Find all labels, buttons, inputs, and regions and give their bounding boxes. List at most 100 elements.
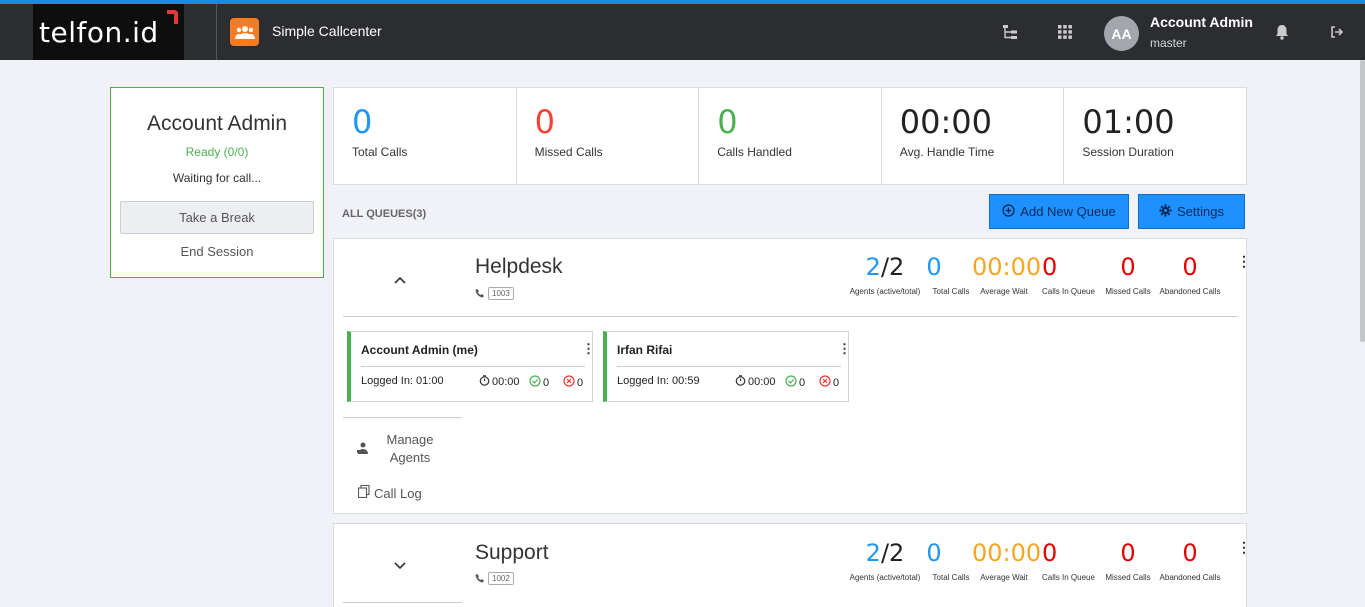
check-circle-icon [529, 375, 541, 390]
queue-in-queue-stat: 0 Calls In Queue [1036, 254, 1095, 296]
extension-badge: 1002 [488, 572, 514, 585]
member-menu-icon[interactable]: ⋮ [582, 341, 595, 357]
user-role: master [1150, 36, 1187, 50]
stat-value: 00:00 [899, 103, 992, 141]
take-break-button[interactable]: Take a Break [120, 201, 314, 234]
member-name: Irfan Rifai [617, 343, 673, 357]
navbar-divider [216, 4, 217, 60]
stat-avg-handle-time: 00:00 Avg. Handle Time [882, 88, 1065, 184]
member-time-value: 00:00 [492, 376, 520, 388]
stat-label: Calls In Queue [1042, 573, 1095, 582]
stat-label: Total Calls [932, 573, 970, 582]
queue-card-support: Support 1002 2/2 Agents (active/total) 0… [333, 523, 1251, 607]
stat-label: Missed Calls [1105, 287, 1151, 296]
stopwatch-icon [735, 375, 746, 389]
queue-actions-divider [343, 417, 462, 418]
agent-member-card: Account Admin (me) ⋮ Logged In: 01:00 00… [347, 331, 595, 402]
member-answered-count: 0 [543, 376, 550, 389]
stat-label: Missed Calls [1105, 573, 1151, 582]
stat-value: 0 [926, 253, 942, 281]
stat-value: 00:00 [972, 539, 1042, 567]
stat-label: Abandoned Calls [1159, 287, 1221, 296]
stat-value: 0 [534, 103, 555, 141]
stat-value: 00:00 [972, 253, 1042, 281]
stat-label: Total Calls [352, 145, 408, 159]
logo-mark-icon [167, 10, 178, 24]
plus-circle-icon [1002, 203, 1015, 220]
queue-extension: 1003 [475, 287, 514, 300]
stat-value: 01:00 [1082, 103, 1175, 141]
queue-extension: 1002 [475, 572, 514, 585]
stat-label: Avg. Handle Time [899, 145, 995, 159]
stat-value: 0 [1120, 253, 1136, 281]
queue-total-stat: 0 [924, 540, 944, 566]
member-logged-in: Logged In: 01:00 [361, 375, 444, 387]
member-logged-in: Logged In: 00:59 [617, 375, 700, 387]
member-answered: 0 [785, 375, 805, 390]
agents-total: /2 [880, 253, 905, 281]
check-circle-icon [785, 375, 797, 390]
member-answered: 0 [529, 375, 549, 390]
queue-total-label-wrap: Total Calls [926, 287, 976, 296]
queue-agents-stat: 2/2 Agents (active/total) [842, 254, 928, 296]
queue-total-label-wrap: Total Calls [926, 573, 976, 582]
stat-label: Total Calls [932, 287, 970, 296]
queue-card-helpdesk: Helpdesk 1003 2/2 Agents (active/total) … [333, 238, 1251, 514]
queue-actions-divider [343, 602, 462, 603]
bell-icon[interactable] [1272, 22, 1292, 42]
stat-label: Missed Calls [534, 145, 603, 159]
agent-wait-message: Waiting for call... [172, 171, 262, 185]
end-session-link[interactable]: End Session [111, 244, 323, 259]
settings-label: Settings [1177, 204, 1224, 219]
manage-agents-icon [356, 441, 370, 458]
logout-icon[interactable] [1327, 22, 1347, 42]
agent-status-card: Account Admin Ready (0/0) Waiting for ca… [110, 87, 324, 278]
phone-icon [475, 288, 485, 300]
grid-icon[interactable] [1055, 22, 1075, 42]
extension-badge: 1003 [488, 287, 514, 300]
queue-menu-icon[interactable]: ⋮ [1237, 539, 1251, 556]
stat-label: Agents (active/total) [849, 573, 921, 582]
logo[interactable]: telfon.id [33, 4, 184, 60]
queue-wait-stat: 00:00 Average Wait [972, 539, 1042, 582]
queue-name: Support [475, 541, 549, 564]
call-log-link[interactable]: Call Log [357, 484, 422, 501]
stat-value: 0 [1042, 539, 1058, 567]
queue-divider [343, 316, 1238, 317]
add-queue-button[interactable]: Add New Queue [989, 194, 1129, 229]
sitemap-icon[interactable] [1000, 22, 1020, 42]
stat-value: 0 [1182, 539, 1198, 567]
stat-total-calls: 0 Total Calls [334, 88, 517, 184]
chevron-down-icon[interactable] [394, 557, 406, 575]
page-scrollbar[interactable] [1360, 60, 1365, 342]
member-menu-icon[interactable]: ⋮ [838, 341, 851, 357]
member-missed-count: 0 [577, 376, 584, 389]
agent-member-card: Irfan Rifai ⋮ Logged In: 00:59 00:00 0 0 [603, 331, 851, 402]
avatar[interactable]: AA [1104, 16, 1139, 51]
top-navbar: telfon.id Simple Callcenter AA Account A… [0, 4, 1365, 60]
agents-active: 2 [865, 253, 881, 281]
manage-agents-link[interactable]: Manage Agents [378, 431, 442, 467]
queue-in-queue-stat: 0 Calls In Queue [1036, 540, 1095, 582]
stat-value: 0 [1042, 253, 1058, 281]
stat-value: 0 [1120, 539, 1136, 567]
stat-value: 0 [926, 539, 942, 567]
stat-missed-calls: 0 Missed Calls [517, 88, 700, 184]
settings-button[interactable]: Settings [1138, 194, 1245, 229]
agents-active: 2 [865, 539, 881, 567]
queue-missed-stat: 0 Missed Calls [1102, 540, 1154, 582]
stat-value: 0 [1182, 253, 1198, 281]
stat-value: 0 [352, 103, 373, 141]
call-log-label: Call Log [374, 485, 422, 501]
member-missed-count: 0 [833, 376, 840, 389]
queue-total-stat: 0 [924, 254, 944, 280]
user-name[interactable]: Account Admin [1150, 14, 1253, 30]
callcenter-app-icon[interactable] [230, 18, 259, 46]
member-name: Account Admin (me) [361, 343, 478, 357]
app-title[interactable]: Simple Callcenter [272, 23, 382, 39]
chevron-up-icon[interactable] [394, 271, 406, 289]
stat-label: Calls Handled [717, 145, 792, 159]
member-divider [617, 366, 841, 367]
gear-icon [1159, 204, 1172, 220]
queue-menu-icon[interactable]: ⋮ [1237, 253, 1251, 270]
